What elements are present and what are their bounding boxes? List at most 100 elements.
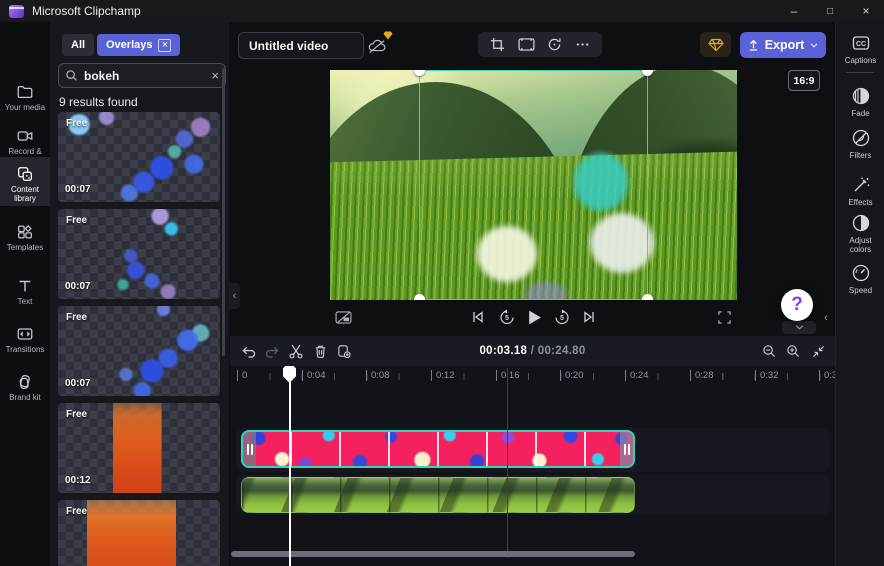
ruler-label: 0:04 <box>307 370 326 381</box>
svg-text:5: 5 <box>505 315 509 322</box>
zoom-out-icon[interactable] <box>759 341 779 361</box>
timeline-horizontal-scrollbar[interactable] <box>231 551 635 557</box>
delete-trash-icon[interactable] <box>310 341 330 361</box>
aspect-ratio-badge[interactable]: 16:9 <box>788 70 820 91</box>
content-library-panel: All Overlays × bokeh × 9 results found F… <box>50 22 229 566</box>
help-button[interactable]: ? <box>781 289 813 321</box>
trim-handle-left[interactable] <box>243 432 256 466</box>
tab-captions[interactable]: CC Captions <box>836 33 884 65</box>
content-library-icon <box>16 165 34 183</box>
speed-icon <box>851 263 871 283</box>
collapse-right-panel-button[interactable]: ‹ <box>820 305 832 331</box>
templates-icon <box>16 223 34 241</box>
fullscreen-icon[interactable] <box>713 306 735 328</box>
main-area: Untitled video Export 16:9 5 5 ? ‹ 00:03… <box>230 22 843 566</box>
timeline-ruler[interactable]: 0 0:04 0:08 0:12 0:16 0:20 0:24 0:28 0:3… <box>230 368 843 388</box>
ruler-label: 0:20 <box>565 370 584 381</box>
zoom-fit-icon[interactable] <box>808 341 828 361</box>
forward-5-seconds-button[interactable]: 5 <box>551 306 573 328</box>
duration-label: 00:12 <box>65 475 91 486</box>
clipchamp-logo-icon <box>9 4 24 18</box>
adjust-colors-icon <box>851 213 871 233</box>
cloud-backup-off-icon[interactable] <box>362 31 393 59</box>
maximize-button[interactable]: □ <box>812 0 848 22</box>
redo-icon[interactable] <box>262 341 282 361</box>
properties-sidebar: CC Captions Fade Filters Effects Adjust … <box>835 22 884 566</box>
minimize-button[interactable]: – <box>776 0 812 22</box>
filter-chip-all[interactable]: All <box>62 34 95 56</box>
sidebar-item-your-media[interactable]: Your media <box>0 78 50 118</box>
duplicate-icon[interactable] <box>334 341 354 361</box>
playhead-line[interactable] <box>289 380 291 566</box>
picture-in-picture-off-icon[interactable] <box>332 306 354 328</box>
aspect-ratio-icon[interactable] <box>518 38 535 51</box>
total-time: 00:24.80 <box>537 345 586 357</box>
tab-filters[interactable]: Filters <box>836 128 884 160</box>
library-result-thumbnail[interactable]: Free 00:07 <box>58 209 220 299</box>
timeline-toolbar: 00:03.18 / 00:24.80 <box>230 336 835 366</box>
library-result-thumbnail[interactable]: Free 00:07 <box>58 306 220 396</box>
close-button[interactable]: × <box>848 0 884 22</box>
trim-handle-right[interactable] <box>620 432 633 466</box>
play-button[interactable] <box>523 306 545 328</box>
library-result-thumbnail[interactable]: Free 00:07 <box>58 112 220 202</box>
results-count: 9 results found <box>59 95 138 109</box>
tab-fade[interactable]: Fade <box>836 86 884 118</box>
more-options-icon[interactable] <box>575 37 590 52</box>
sidebar-item-templates[interactable]: Templates <box>0 218 50 258</box>
video-clip[interactable] <box>241 477 635 513</box>
tab-effects[interactable]: Effects <box>836 175 884 207</box>
panel-scrollbar[interactable] <box>222 68 225 356</box>
export-button[interactable]: Export <box>740 32 826 58</box>
skip-to-end-button[interactable] <box>578 306 600 328</box>
library-result-thumbnail[interactable]: Free 00:12 <box>58 403 220 493</box>
search-value: bokeh <box>84 68 120 83</box>
time-separator: / <box>527 345 538 357</box>
captions-icon: CC <box>851 33 871 53</box>
brand-kit-icon <box>16 373 34 391</box>
nav-rail: Your media Record & create Content libra… <box>0 22 50 566</box>
tab-speed[interactable]: Speed <box>836 263 884 295</box>
rotate-icon[interactable] <box>547 37 562 52</box>
transitions-icon <box>16 325 34 343</box>
free-badge: Free <box>66 409 88 420</box>
effects-icon <box>851 175 871 195</box>
split-scissors-icon[interactable] <box>286 341 306 361</box>
sidebar-item-transitions[interactable]: Transitions <box>0 320 50 360</box>
collapse-preview-tab[interactable] <box>782 321 816 334</box>
clear-search-icon[interactable]: × <box>211 68 219 83</box>
ruler-label: 0:28 <box>695 370 714 381</box>
duration-label: 00:07 <box>65 281 91 292</box>
upgrade-gem-button[interactable] <box>700 32 731 57</box>
filters-icon <box>851 128 871 148</box>
overlay-selection-box[interactable] <box>414 70 653 300</box>
video-preview[interactable] <box>330 70 737 300</box>
preview-edit-toolbar <box>478 32 602 57</box>
ruler-label: 0:08 <box>371 370 390 381</box>
crop-icon[interactable] <box>490 37 505 52</box>
ruler-label: 0 <box>242 370 248 381</box>
filter-chip-overlays[interactable]: Overlays × <box>97 34 181 56</box>
app-title: Microsoft Clipchamp <box>32 4 141 18</box>
fade-icon <box>851 86 871 106</box>
skip-to-start-button[interactable] <box>467 306 489 328</box>
project-title-input[interactable]: Untitled video <box>238 32 364 59</box>
tab-adjust-colors[interactable]: Adjust colors <box>836 213 884 254</box>
sidebar-item-content-library[interactable]: Content library <box>0 157 50 206</box>
sidebar-item-text[interactable]: Text <box>0 272 50 312</box>
timeline: 00:03.18 / 00:24.80 0 0:04 0:08 0:12 0:1… <box>230 336 843 566</box>
search-input[interactable]: bokeh × <box>58 63 226 88</box>
selection-handle[interactable] <box>414 70 425 76</box>
undo-icon[interactable] <box>238 341 258 361</box>
sidebar-item-brand-kit[interactable]: Brand kit <box>0 368 50 408</box>
timeline-guide-line <box>507 368 508 558</box>
overlay-clip-selected[interactable] <box>241 430 635 468</box>
ruler-label: 0:32 <box>760 370 779 381</box>
zoom-in-icon[interactable] <box>783 341 803 361</box>
library-result-thumbnail[interactable]: Free <box>58 500 220 566</box>
collapse-left-panel-button[interactable]: ‹ <box>229 283 240 309</box>
remove-overlays-filter-icon[interactable]: × <box>158 38 172 52</box>
selection-handle[interactable] <box>642 294 653 300</box>
selection-handle[interactable] <box>414 294 425 300</box>
rewind-5-seconds-button[interactable]: 5 <box>496 306 518 328</box>
